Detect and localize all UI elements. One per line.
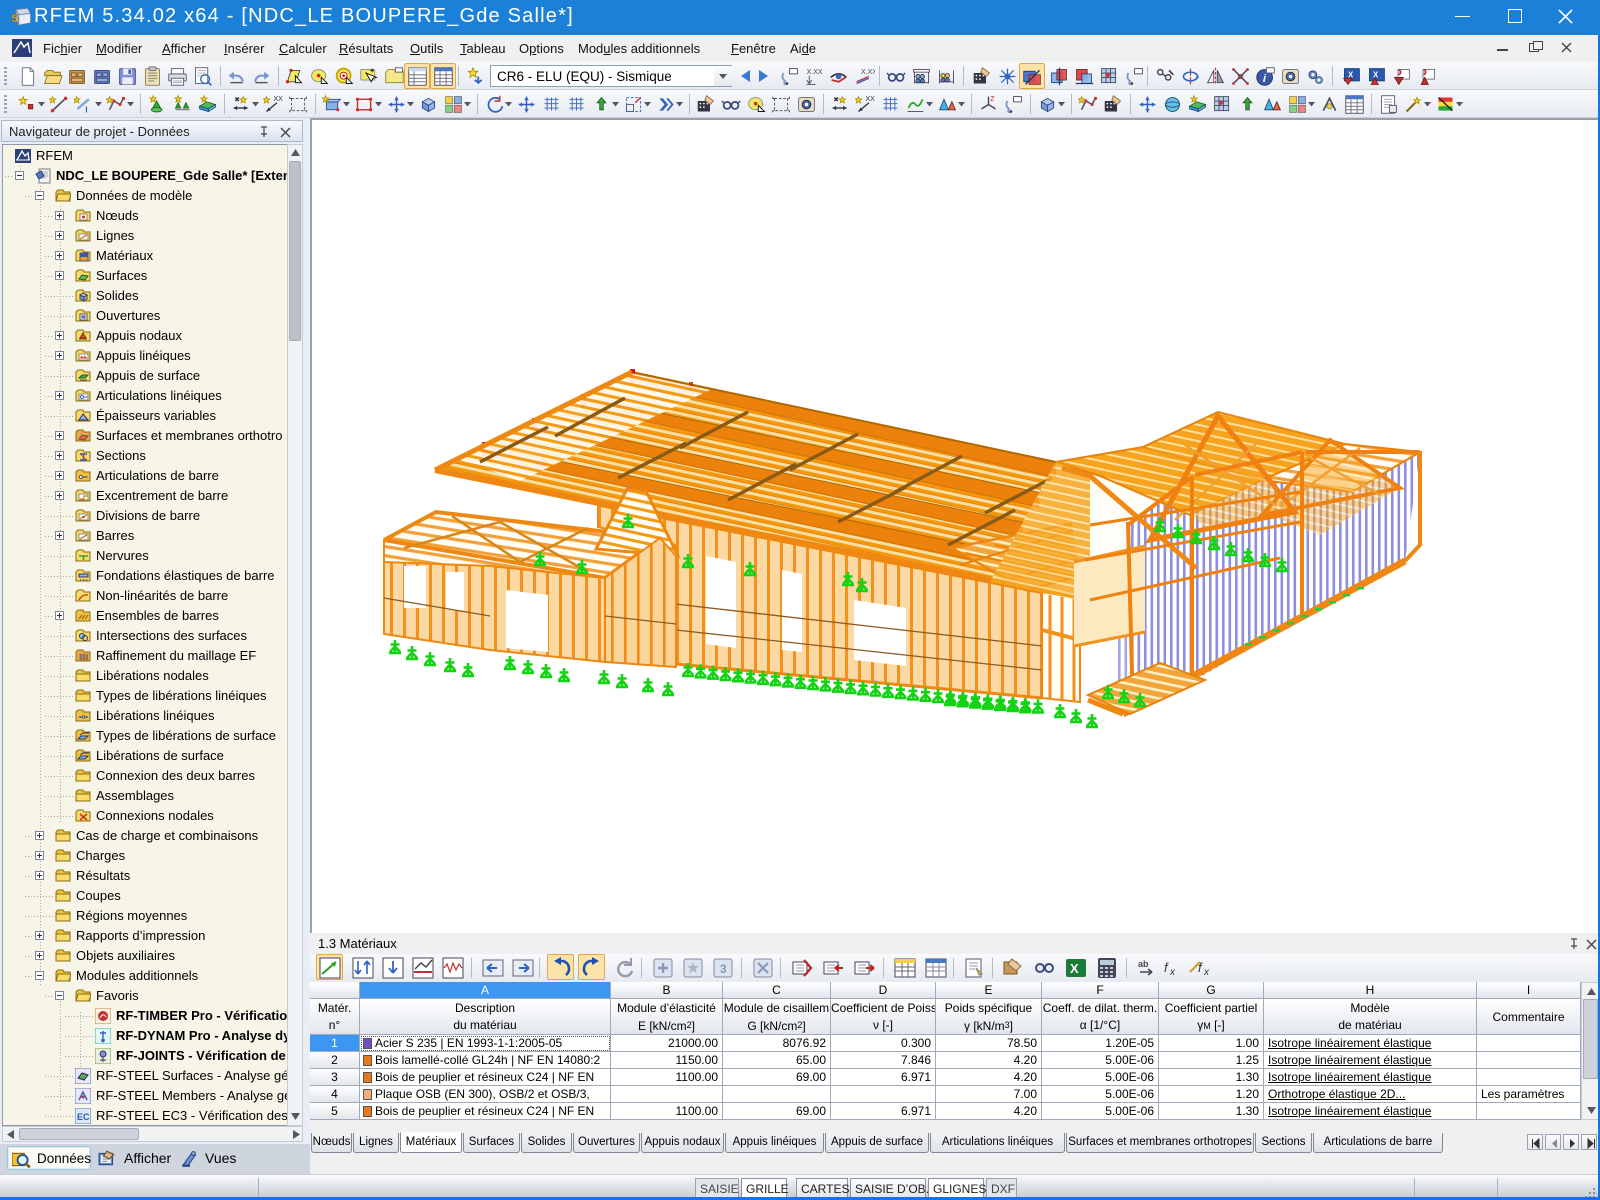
svg-text:EC: EC — [77, 1112, 90, 1122]
svg-text:XX: XX — [274, 96, 284, 103]
svg-text:f: f — [1198, 960, 1203, 975]
svg-text:x: x — [1203, 967, 1210, 978]
svg-text:X.XX: X.XX — [861, 69, 875, 76]
svg-text:3: 3 — [720, 962, 727, 976]
svg-text:f: f — [1164, 960, 1169, 975]
svg-text:x: x — [1169, 967, 1176, 978]
svg-text:Z: Z — [990, 96, 995, 103]
svg-text:X: X — [1070, 961, 1079, 976]
svg-text:X: X — [1373, 70, 1379, 79]
svg-text:ab: ab — [1138, 959, 1149, 969]
svg-text:X.XX: X.XX — [807, 69, 823, 76]
svg-text:5: 5 — [11, 13, 17, 25]
svg-text:XX: XX — [866, 96, 876, 103]
svg-text:I: I — [85, 105, 87, 114]
